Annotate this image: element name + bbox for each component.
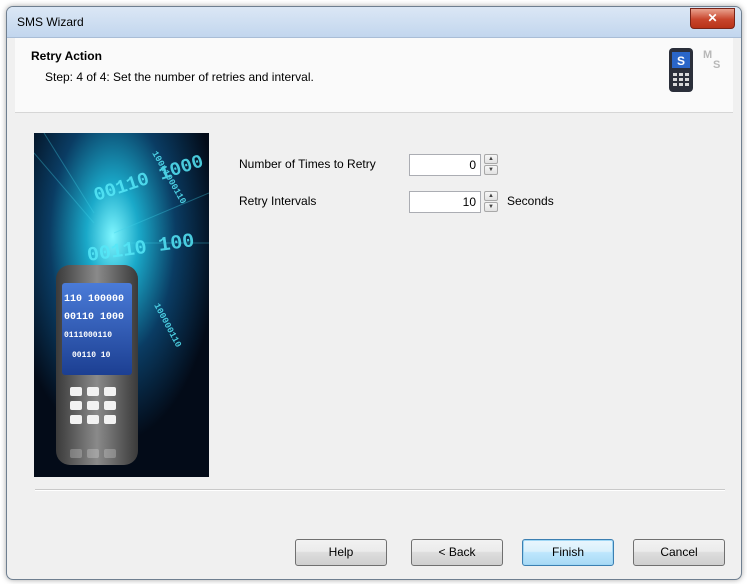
arrow-down-icon: ▼ [488,167,494,173]
screen-line: 00110 10 [72,351,111,360]
step-description: Step: 4 of 4: Set the number of retries … [45,70,314,84]
arrow-down-icon: ▼ [488,204,494,210]
svg-text:M: M [703,49,712,61]
window-title: SMS Wizard [17,15,84,29]
footer-separator [35,489,725,491]
page-title: Retry Action [31,49,102,63]
sms-phone-logo-icon: S M S [669,48,720,92]
svg-text:S: S [713,59,720,71]
interval-label: Retry Intervals [239,194,317,208]
retries-stepper[interactable]: ▲ ▼ [409,154,499,176]
screen-line: 0111000110 [64,331,112,340]
help-button[interactable]: Help [295,539,387,566]
retries-spin-buttons: ▲ ▼ [484,154,498,176]
retries-input[interactable] [409,154,481,176]
decrement-button[interactable]: ▼ [484,165,498,175]
title-bar[interactable]: SMS Wizard ✕ [7,7,741,38]
mobile-phone-binary-illustration: 00110 1000 00110 100 10011000110 1000001… [34,133,209,477]
screen-line: 00110 1000 [64,312,124,323]
back-button[interactable]: < Back [411,539,503,566]
increment-button[interactable]: ▲ [484,191,498,201]
interval-input[interactable] [409,191,481,213]
screen-line: 110 100000 [64,294,124,305]
sms-wizard-window: SMS Wizard ✕ Retry Action Step: 4 of 4: … [6,6,742,580]
cancel-button[interactable]: Cancel [633,539,725,566]
increment-button[interactable]: ▲ [484,154,498,164]
decrement-button[interactable]: ▼ [484,202,498,212]
arrow-up-icon: ▲ [488,156,494,162]
wizard-body: 00110 1000 00110 100 10011000110 1000001… [15,113,733,569]
interval-stepper[interactable]: ▲ ▼ [409,191,499,213]
svg-text:S: S [677,54,685,68]
wizard-header: Retry Action Step: 4 of 4: Set the numbe… [15,38,733,113]
retries-label: Number of Times to Retry [239,157,376,171]
close-button[interactable]: ✕ [690,8,735,29]
close-icon: ✕ [707,11,718,25]
arrow-up-icon: ▲ [488,193,494,199]
interval-unit: Seconds [507,194,554,208]
finish-button[interactable]: Finish [522,539,614,566]
interval-spin-buttons: ▲ ▼ [484,191,498,213]
